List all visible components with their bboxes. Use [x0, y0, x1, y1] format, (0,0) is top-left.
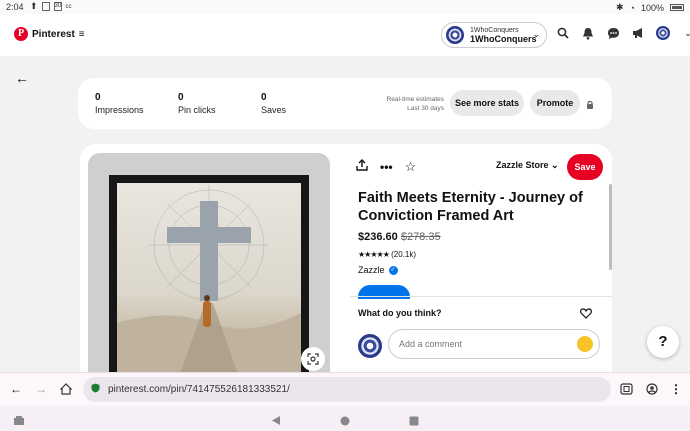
back-arrow-icon[interactable]: ← [15, 70, 29, 86]
wifi-icon: ◔ [629, 2, 635, 13]
emoji-icon[interactable] [577, 336, 593, 352]
estimate-line-1: Real-time estimates [386, 96, 444, 103]
brand-name: Pinterest [32, 28, 75, 40]
star-outline-icon[interactable]: ☆ [405, 159, 417, 175]
more-options-icon[interactable]: ••• [380, 160, 393, 174]
impressions-value: 0 [95, 92, 101, 103]
browser-toolbar: ← → pinterest.com/pin/741475526181333521… [0, 372, 690, 406]
nav-home-icon[interactable] [340, 413, 350, 431]
header-icons: ⌄ [556, 26, 690, 40]
saves-label: Saves [261, 105, 287, 115]
status-notification-icons: ⬆ 30 cc [30, 1, 72, 12]
status-time: 2:04 [6, 2, 24, 12]
promote-button[interactable]: Promote [530, 90, 580, 116]
messages-icon[interactable] [606, 26, 620, 40]
browser-back-icon[interactable]: ← [10, 382, 22, 396]
pin-card: ••• ☆ Zazzle Store ⌄ Save Faith Meets Et… [80, 144, 612, 374]
profile-avatar[interactable] [656, 26, 670, 40]
impressions-label: Impressions [95, 105, 144, 115]
heart-icon[interactable] [580, 306, 592, 324]
share-icon[interactable] [356, 158, 368, 176]
stat-pin-clicks: 0 Pin clicks [178, 92, 216, 115]
nav-overview-icon[interactable] [409, 413, 419, 431]
estimate-line-2: Last 30 days [407, 105, 444, 112]
commenter-avatar [358, 334, 382, 358]
price: $236.60 $278.35 [358, 231, 441, 243]
current-price: $236.60 [358, 231, 398, 243]
chevron-down-icon: ⌄ [551, 160, 559, 170]
chevron-down-icon: ⌄ [532, 29, 540, 39]
app-icon [41, 2, 50, 11]
seller-name: Zazzle [358, 265, 385, 275]
calendar-icon: 30 [53, 2, 62, 11]
home-icon[interactable] [59, 382, 73, 400]
top-nav: P Pinterest ≡ 1WhoConquers 1WhoConquers … [0, 14, 690, 56]
cc-icon: cc [65, 3, 72, 10]
secure-shield-icon [91, 383, 100, 396]
lock-icon [586, 97, 594, 115]
pin-actions: ••• ☆ [356, 158, 416, 176]
comment-input[interactable]: Add a comment [388, 329, 600, 359]
account-avatar [446, 26, 464, 44]
store-dropdown[interactable]: Zazzle Store ⌄ [496, 160, 559, 171]
browser-menu-icon[interactable]: ⋮ [670, 382, 682, 396]
account-switcher[interactable]: 1WhoConquers 1WhoConquers ⌄ [441, 22, 547, 48]
saves-value: 0 [261, 92, 267, 103]
status-bar: 2:04 ⬆ 30 cc ✱ ◔ 100% [0, 0, 690, 14]
url-bar[interactable]: pinterest.com/pin/741475526181333521/ [83, 377, 611, 402]
recent-apps-icon[interactable] [13, 413, 25, 431]
battery-icon [670, 4, 684, 11]
tabs-icon[interactable] [620, 382, 633, 400]
verified-check-icon: ✓ [388, 265, 398, 275]
account-name: 1WhoConquers [470, 34, 537, 44]
framed-art [109, 175, 309, 374]
pin-clicks-value: 0 [178, 92, 184, 103]
pin-clicks-label: Pin clicks [178, 105, 216, 115]
account-text: 1WhoConquers 1WhoConquers [470, 26, 537, 44]
status-system-icons: ✱ ◔ 100% [616, 2, 684, 13]
url-text: pinterest.com/pin/741475526181333521/ [108, 384, 290, 395]
pinterest-logo[interactable]: P Pinterest ≡ [14, 27, 85, 41]
comment-placeholder: Add a comment [399, 339, 463, 349]
visual-search-icon[interactable] [301, 347, 325, 371]
estimate-note: Real-time estimates Last 30 days [378, 95, 444, 113]
rating-count: (20.1k) [391, 250, 416, 259]
store-label: Zazzle Store [496, 160, 549, 170]
pin-title: Faith Meets Eternity - Journey of Convic… [358, 190, 583, 224]
stat-impressions: 0 Impressions [95, 92, 144, 115]
search-icon[interactable] [556, 26, 570, 40]
battery-text: 100% [640, 2, 664, 13]
bell-icon[interactable] [581, 26, 595, 40]
rating: ★★★★★ (20.1k) [358, 250, 416, 259]
stats-card: 0 Impressions 0 Pin clicks 0 Saves Real-… [78, 78, 612, 129]
scrollbar[interactable] [609, 184, 612, 270]
account-icon[interactable] [646, 382, 658, 400]
pinterest-p-icon: P [14, 27, 28, 41]
menu-icon[interactable]: ≡ [79, 29, 85, 40]
chevron-down-icon[interactable]: ⌄ [681, 26, 690, 40]
save-button[interactable]: Save [567, 154, 603, 180]
star-rating-icon: ★★★★★ [358, 250, 390, 259]
nav-back-icon[interactable] [271, 413, 281, 431]
browser-forward-icon[interactable]: → [35, 382, 47, 396]
help-button[interactable]: ? [647, 326, 679, 358]
old-price: $278.35 [400, 231, 441, 243]
pin-image[interactable] [88, 153, 330, 374]
art-illustration [117, 183, 301, 374]
stat-saves: 0 Saves [261, 92, 286, 115]
upload-icon: ⬆ [30, 1, 38, 11]
seller[interactable]: Zazzle ✓ [358, 265, 398, 275]
feedback-prompt: What do you think? [358, 308, 442, 318]
megaphone-icon[interactable] [631, 26, 645, 40]
see-more-stats-button[interactable]: See more stats [450, 90, 524, 116]
divider [350, 296, 612, 297]
system-nav-bar [0, 406, 690, 431]
bluetooth-icon: ✱ [615, 2, 624, 12]
